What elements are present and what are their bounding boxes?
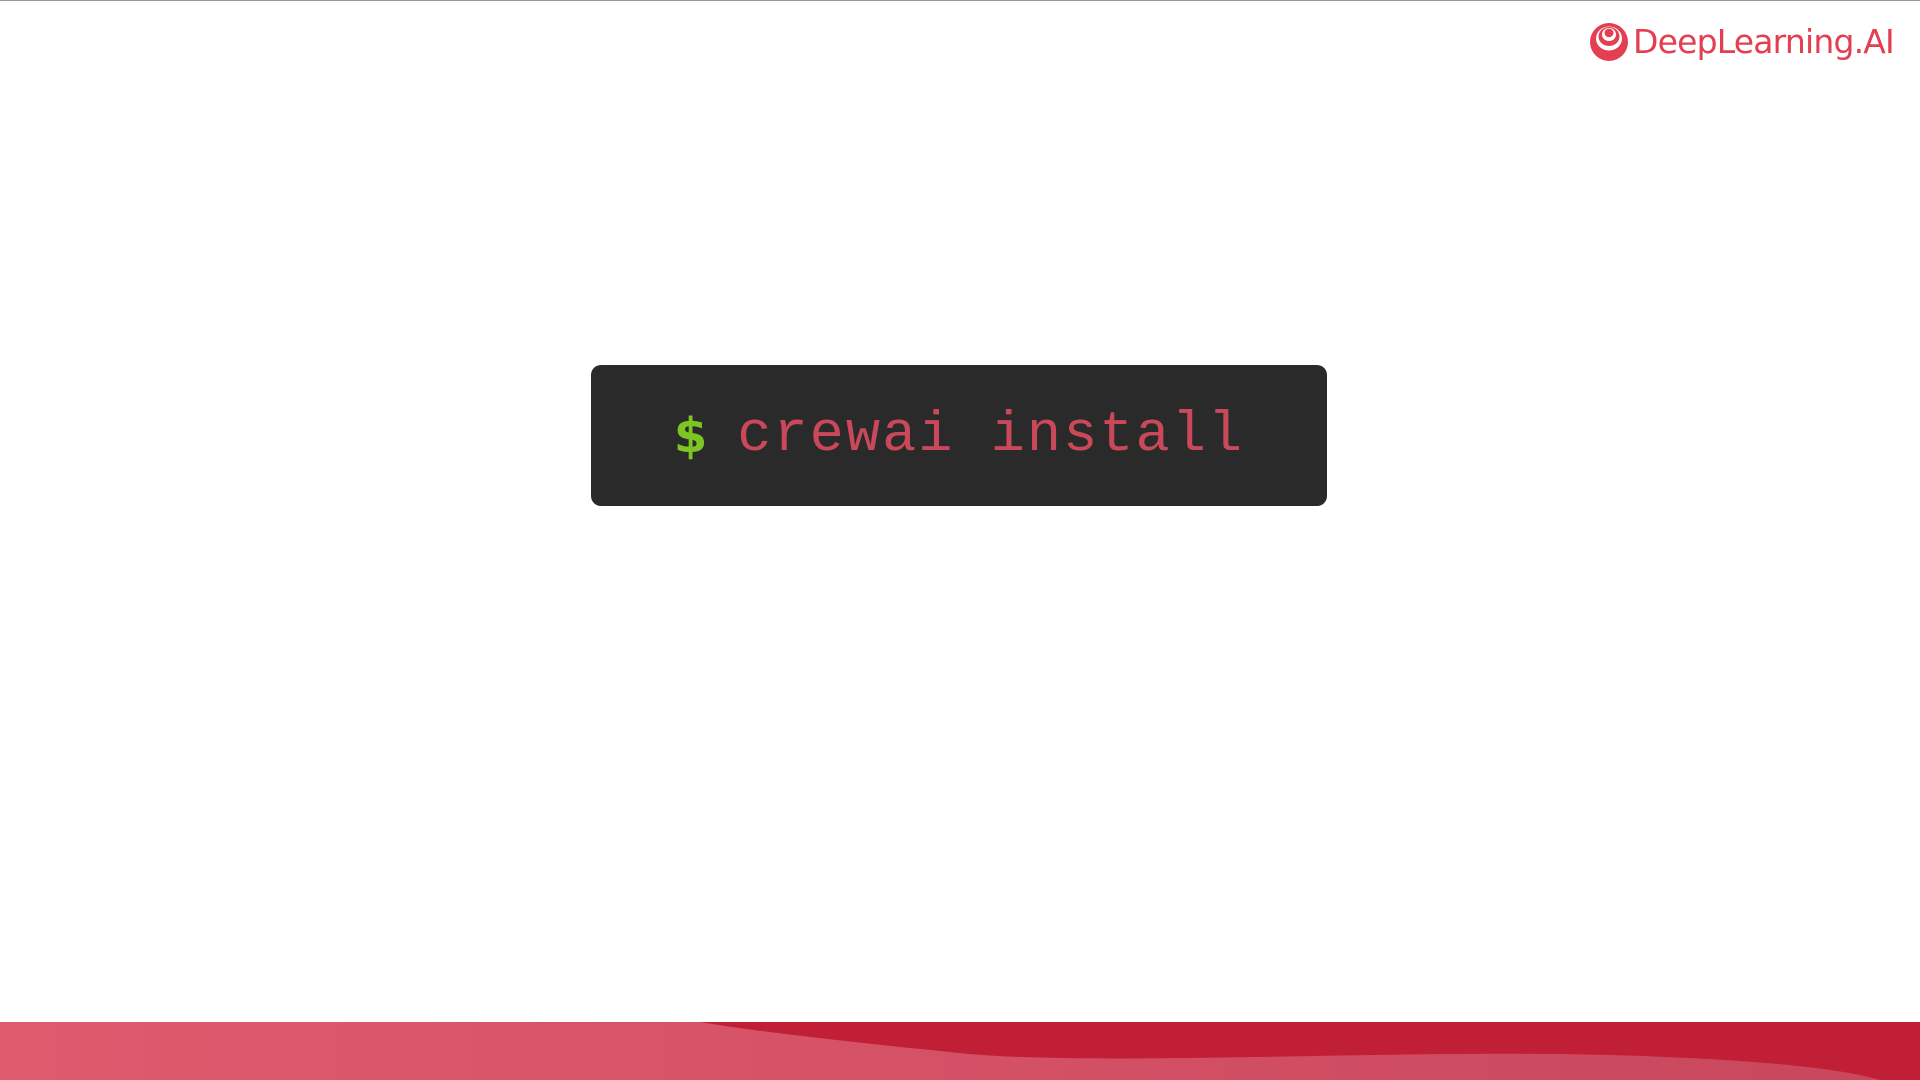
top-edge-divider (0, 0, 1920, 1)
shell-prompt-symbol: $ (673, 407, 708, 464)
logo-text: DeepLearning.AI (1632, 22, 1895, 61)
deeplearning-ai-logo-icon (1589, 23, 1628, 61)
slide-canvas: DeepLearning.AI $ crewai install (0, 0, 1920, 1080)
footer-wave-banner (0, 1022, 1920, 1080)
terminal-command-text: crewai install (737, 403, 1245, 468)
deeplearning-ai-logo: DeepLearning.AI (1589, 20, 1895, 64)
terminal-command-line: $ crewai install (674, 406, 1244, 466)
terminal-command-box: $ crewai install (591, 365, 1327, 506)
